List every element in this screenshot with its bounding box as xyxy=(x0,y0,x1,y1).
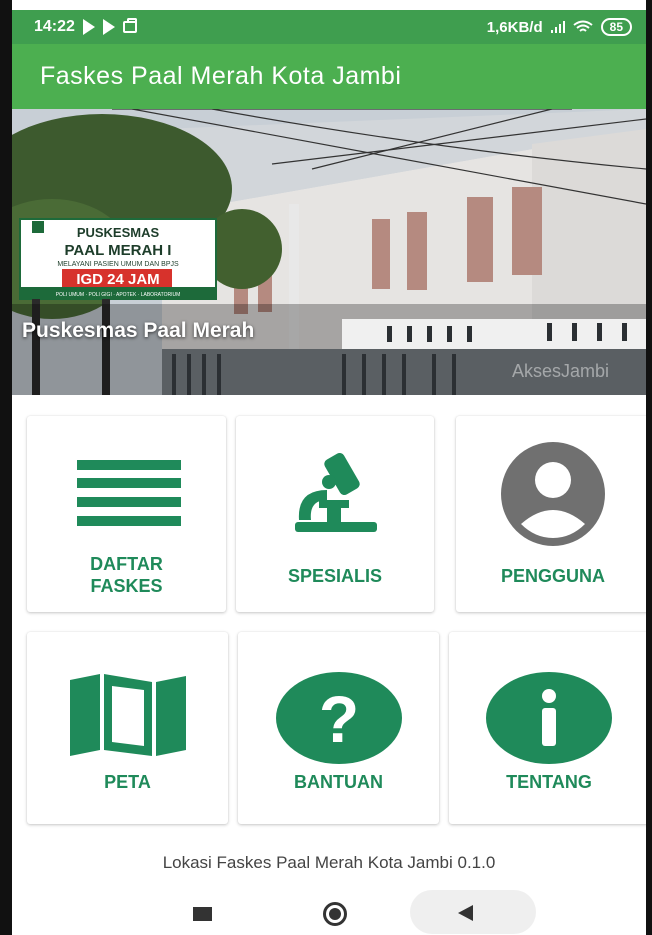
menu-card-bantuan[interactable]: ? BANTUAN xyxy=(238,632,439,824)
play-store-icon xyxy=(102,19,115,35)
watermark-text: AksesJambi xyxy=(512,361,609,381)
hero-image: PUSKESMAS PAAL MERAH I MELAYANI PASIEN U… xyxy=(12,109,646,395)
menu-card-daftar-faskes[interactable]: DAFTAR FASKES xyxy=(27,416,226,612)
briefcase-icon xyxy=(122,18,137,33)
wifi-icon xyxy=(573,20,593,32)
menu-label-faskes: FASKES xyxy=(90,576,163,596)
microscope-icon xyxy=(295,453,377,532)
frame-edge-left xyxy=(0,0,12,935)
app-title: Faskes Paal Merah Kota Jambi xyxy=(40,62,402,90)
menu-label-spesialis: SPESIALIS xyxy=(287,566,383,586)
hero-caption: Puskesmas Paal Merah xyxy=(22,319,255,342)
app-bar: Faskes Paal Merah Kota Jambi xyxy=(12,44,646,109)
menu-label-tentang: TENTANG xyxy=(506,772,592,792)
user-icon xyxy=(501,442,605,546)
play-store-icon xyxy=(82,19,95,35)
svg-text:?: ? xyxy=(319,682,359,756)
battery-icon: 85 xyxy=(600,18,632,36)
hero-photo: PUSKESMAS PAAL MERAH I MELAYANI PASIEN U… xyxy=(12,109,646,395)
info-icon xyxy=(486,672,612,764)
sign-text-3: MELAYANI PASIEN UMUM DAN BPJS xyxy=(57,261,179,268)
menu-label-daftar: DAFTAR xyxy=(90,554,163,574)
sign-text-1: PUSKESMAS xyxy=(77,225,160,240)
back-button-highlight xyxy=(410,890,536,934)
map-icon xyxy=(70,674,186,756)
signal-icon xyxy=(550,21,565,33)
menu-label-peta: PETA xyxy=(104,772,151,792)
home-button-icon[interactable] xyxy=(323,902,347,926)
sign-text-2: PAAL MERAH I xyxy=(65,242,172,259)
recents-button-icon[interactable] xyxy=(193,907,212,921)
back-button-icon[interactable] xyxy=(458,905,473,921)
navigation-bar xyxy=(12,886,646,935)
list-icon xyxy=(77,460,181,526)
sign-text-4: IGD 24 JAM xyxy=(76,271,159,288)
menu-card-pengguna[interactable]: PENGGUNA xyxy=(456,416,646,612)
app-version-text: Lokasi Faskes Paal Merah Kota Jambi 0.1.… xyxy=(162,853,496,872)
status-bar: 14:22 1,6KB/d 85 xyxy=(12,10,646,44)
help-icon: ? xyxy=(276,672,402,764)
network-speed: 1,6KB/d xyxy=(486,18,543,36)
status-time: 14:22 xyxy=(34,18,75,35)
screen: 14:22 1,6KB/d 85 Faskes Paal Merah Kota … xyxy=(12,10,646,935)
menu-label-bantuan: BANTUAN xyxy=(294,772,383,792)
menu-card-peta[interactable]: PETA xyxy=(27,632,228,824)
menu-label-pengguna: PENGGUNA xyxy=(500,566,605,586)
menu-card-tentang[interactable]: TENTANG xyxy=(449,632,646,824)
menu-card-spesialis[interactable]: SPESIALIS xyxy=(236,416,434,612)
frame-edge-right xyxy=(646,0,652,935)
sign-text-5: POLI UMUM · POLI GIGI · APOTEK · LABORAT… xyxy=(56,292,181,298)
phone-frame: 14:22 1,6KB/d 85 Faskes Paal Merah Kota … xyxy=(0,0,652,935)
